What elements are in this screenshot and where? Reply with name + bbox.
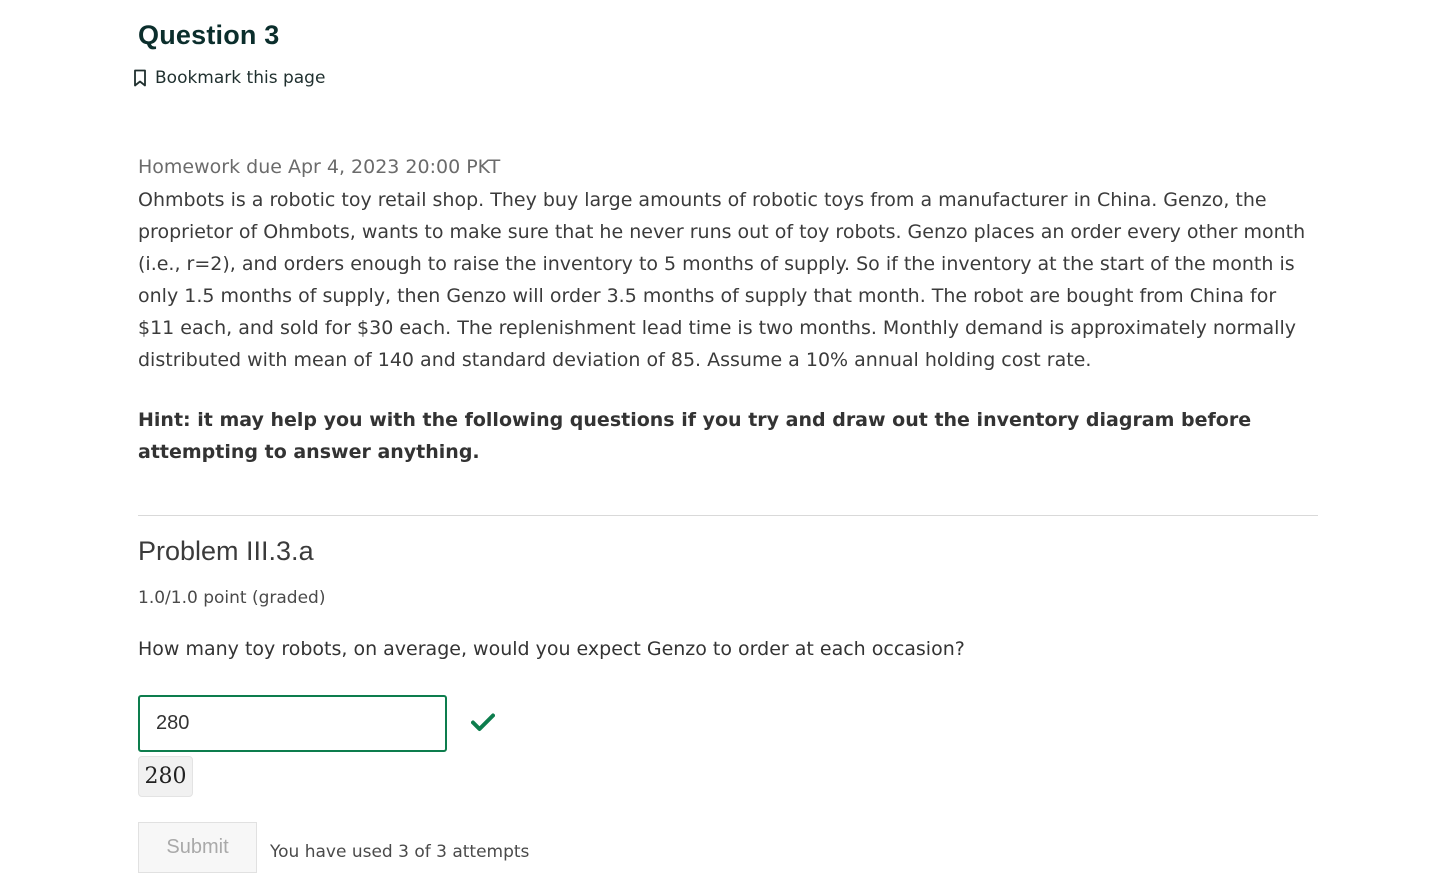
question-prompt: How many toy robots, on average, would y…: [138, 638, 965, 660]
section-divider: [138, 515, 1318, 516]
checkmark-icon: [471, 712, 495, 736]
bookmark-button[interactable]: Bookmark this page: [133, 68, 325, 88]
homework-due-date: Homework due Apr 4, 2023 20:00 PKT: [138, 156, 501, 178]
problem-description: Ohmbots is a robotic toy retail shop. Th…: [138, 189, 1306, 371]
points-label: 1.0/1.0 point (graded): [138, 588, 326, 608]
bookmark-icon: [133, 69, 147, 87]
answer-preview: 280: [138, 756, 193, 797]
bookmark-label: Bookmark this page: [155, 68, 326, 88]
answer-input[interactable]: [138, 695, 447, 752]
attempts-counter: You have used 3 of 3 attempts: [270, 842, 530, 862]
hint-text: Hint: it may help you with the following…: [138, 409, 1252, 463]
problem-page: Question 3 Bookmark this page Homework d…: [0, 0, 1441, 882]
question-title: Question 3: [138, 20, 280, 50]
problem-title: Problem III.3.a: [138, 536, 314, 566]
submit-button[interactable]: Submit: [138, 822, 257, 873]
